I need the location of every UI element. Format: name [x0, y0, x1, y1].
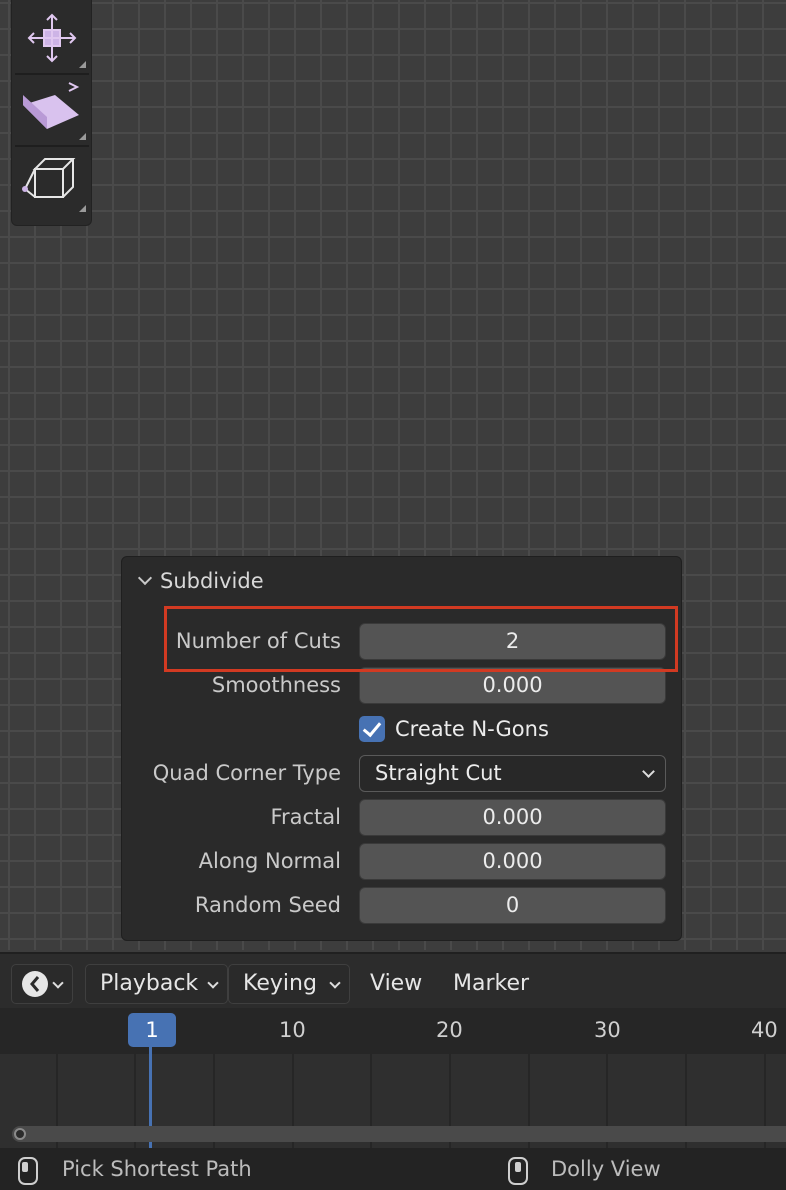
timeline-header: Playback Keying View Marker	[0, 952, 786, 1008]
chevron-down-icon	[329, 977, 341, 989]
inset-cube-tool-icon	[22, 158, 76, 198]
playback-menu[interactable]: Playback	[85, 964, 228, 1004]
create-ngons-label: Create N-Gons	[395, 717, 549, 741]
highlight-box	[164, 606, 678, 672]
row-random-seed: Random Seed 0	[122, 885, 683, 925]
tick-label: 10	[279, 1018, 306, 1042]
timeline-ruler[interactable]: 10 20 30 40	[0, 1008, 786, 1054]
tick-label: 30	[594, 1018, 621, 1042]
tick-label: 40	[751, 1018, 778, 1042]
quad-corner-type-select[interactable]: Straight Cut	[359, 755, 666, 792]
keying-label: Keying	[243, 971, 317, 996]
clock-icon	[22, 971, 48, 997]
fractal-field[interactable]: 0.000	[359, 799, 666, 836]
tool-extrude[interactable]	[15, 77, 89, 143]
status-right-hint: Dolly View	[551, 1157, 661, 1181]
marker-menu[interactable]: Marker	[453, 964, 529, 1004]
row-along-normal: Along Normal 0.000	[122, 841, 683, 881]
timeline-scrollbar[interactable]	[12, 1126, 786, 1142]
row-create-ngons: Create N-Gons	[122, 709, 683, 749]
status-bar: Pick Shortest Path Dolly View	[0, 1148, 786, 1190]
create-ngons-toggle[interactable]: Create N-Gons	[359, 709, 549, 749]
create-ngons-checkbox[interactable]	[359, 716, 385, 742]
tool-inset[interactable]	[15, 149, 89, 215]
row-quad-corner-type: Quad Corner Type Straight Cut	[122, 753, 683, 793]
smoothness-field[interactable]: 0.000	[359, 667, 666, 704]
along-normal-field[interactable]: 0.000	[359, 843, 666, 880]
chevron-down-icon	[642, 765, 655, 778]
mouse-middle-icon	[508, 1157, 528, 1185]
random-seed-field[interactable]: 0	[359, 887, 666, 924]
tick-label: 20	[436, 1018, 463, 1042]
playback-label: Playback	[100, 971, 199, 996]
chevron-down-icon	[137, 570, 153, 586]
tool-transform[interactable]	[15, 5, 89, 71]
panel-header[interactable]: Subdivide	[136, 567, 264, 595]
random-seed-label: Random Seed	[194, 893, 341, 917]
status-left-hint: Pick Shortest Path	[62, 1157, 252, 1181]
chevron-down-icon	[52, 977, 64, 989]
transform-tool-icon	[27, 13, 77, 63]
quad-corner-type-label: Quad Corner Type	[152, 761, 341, 785]
fractal-label: Fractal	[270, 805, 341, 829]
chevron-down-icon	[207, 977, 219, 989]
quad-corner-type-value: Straight Cut	[375, 761, 502, 785]
along-normal-label: Along Normal	[198, 849, 341, 873]
row-fractal: Fractal 0.000	[122, 797, 683, 837]
keying-menu[interactable]: Keying	[228, 964, 350, 1004]
mouse-left-icon	[18, 1157, 38, 1185]
extrude-tool-icon	[23, 82, 80, 129]
panel-title: Subdivide	[160, 569, 264, 593]
scrollbar-handle[interactable]	[14, 1128, 26, 1140]
view-menu[interactable]: View	[370, 964, 422, 1004]
tool-shelf	[11, 0, 92, 226]
editor-type-button[interactable]	[11, 964, 73, 1004]
current-frame-badge[interactable]: 1	[128, 1013, 176, 1047]
